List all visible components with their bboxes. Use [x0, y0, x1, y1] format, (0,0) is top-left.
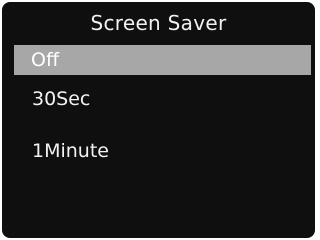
menu-item-label: Off [31, 49, 60, 71]
screen-saver-menu: Off 30Sec 1Minute [2, 2, 315, 238]
menu-item-off[interactable]: Off [14, 45, 311, 75]
menu-item-label: 1Minute [32, 140, 109, 162]
menu-item-30sec[interactable]: 30Sec [14, 84, 311, 114]
menu-item-label: 30Sec [32, 88, 91, 110]
device-screen: Screen Saver Off 30Sec 1Minute [2, 2, 315, 238]
menu-item-1minute[interactable]: 1Minute [14, 136, 311, 166]
